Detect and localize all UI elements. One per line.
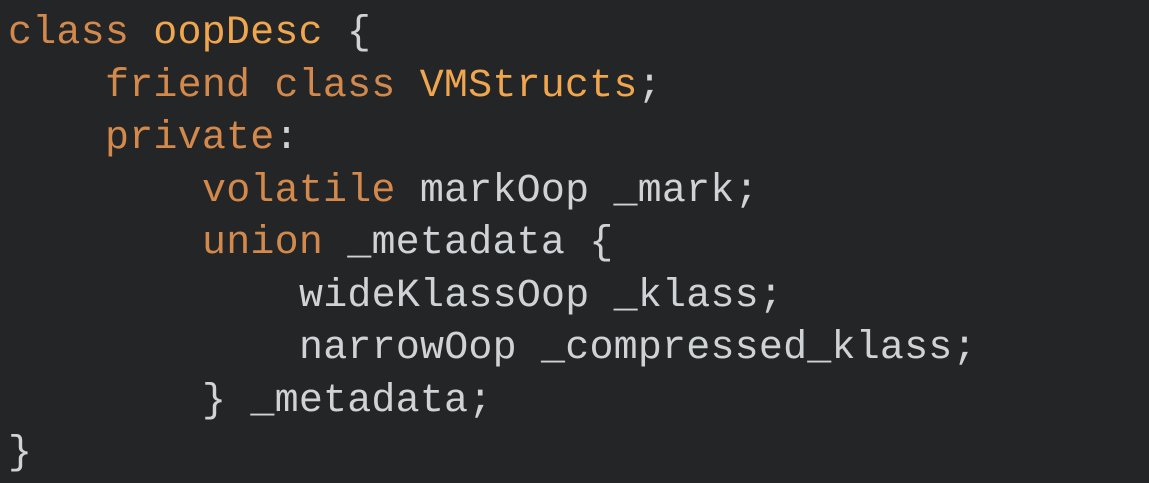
keyword-class: class <box>8 11 130 56</box>
colon: : <box>274 116 299 161</box>
keyword-friend: friend <box>105 63 251 109</box>
code-line-union: union _metadata { <box>8 218 1149 271</box>
friend-class-name: VMStructs <box>419 63 638 109</box>
code-line-friend: friend class VMStructs; <box>8 61 1149 114</box>
klass-field-decl: wideKlassOop _klass; <box>299 273 784 319</box>
brace-open: { <box>322 11 372 56</box>
union-close: } _metadata; <box>202 378 493 424</box>
semicolon: ; <box>637 63 662 109</box>
class-name: oopDesc <box>153 11 323 56</box>
code-line-private: private: <box>8 113 1149 166</box>
code-line-union-close: } _metadata; <box>8 376 1149 429</box>
keyword-union: union <box>202 221 324 266</box>
code-panel: class oopDesc { friend class VMStructs; … <box>0 0 1149 483</box>
keyword-volatile: volatile <box>202 168 396 214</box>
class-close-brace: } <box>8 431 33 476</box>
code-line-compressed-klass-field: narrowOop _compressed_klass; <box>8 323 1149 376</box>
keyword-class: class <box>274 63 396 109</box>
compressed-klass-field-decl: narrowOop _compressed_klass; <box>299 326 977 371</box>
keyword-private: private <box>105 116 275 161</box>
code-line-klass-field: wideKlassOop _klass; <box>8 271 1149 324</box>
mark-field-decl: markOop _mark; <box>395 168 759 214</box>
union-decl: _metadata { <box>323 221 614 266</box>
code-line-class-close: } <box>8 428 1149 481</box>
code-line-mark-field: volatile markOop _mark; <box>8 166 1149 219</box>
code-line-class-decl: class oopDesc { <box>8 8 1149 61</box>
